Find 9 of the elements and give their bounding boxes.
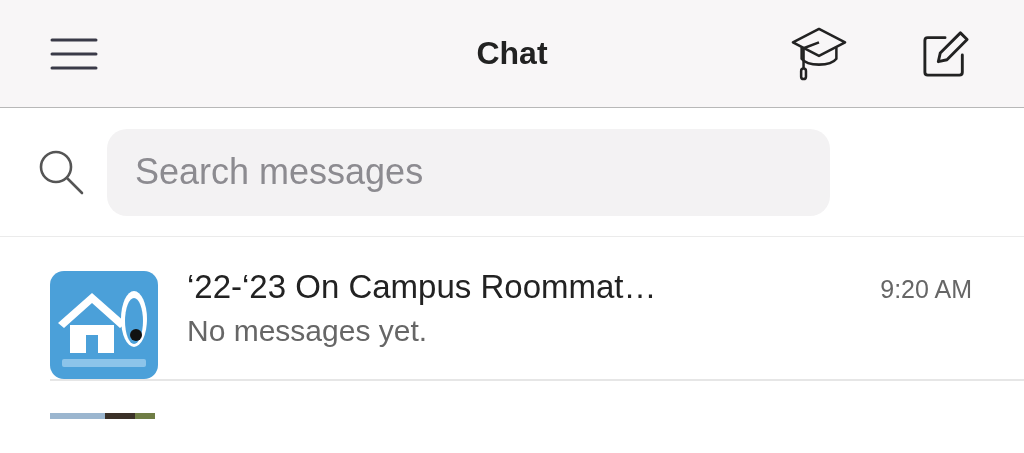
compose-icon[interactable] xyxy=(922,29,970,78)
message-preview: No messages yet. xyxy=(187,313,429,348)
graduation-cap-icon[interactable] xyxy=(790,25,848,82)
screen-title: Chat xyxy=(476,35,548,72)
chat-name[interactable]: ‘22-‘23 On Campus Roommat… xyxy=(187,267,657,306)
menu-icon[interactable] xyxy=(50,36,98,71)
chat-time: 9:20 AM xyxy=(880,274,972,304)
search-icon xyxy=(38,149,84,195)
search-field[interactable]: Search messages xyxy=(107,128,830,216)
